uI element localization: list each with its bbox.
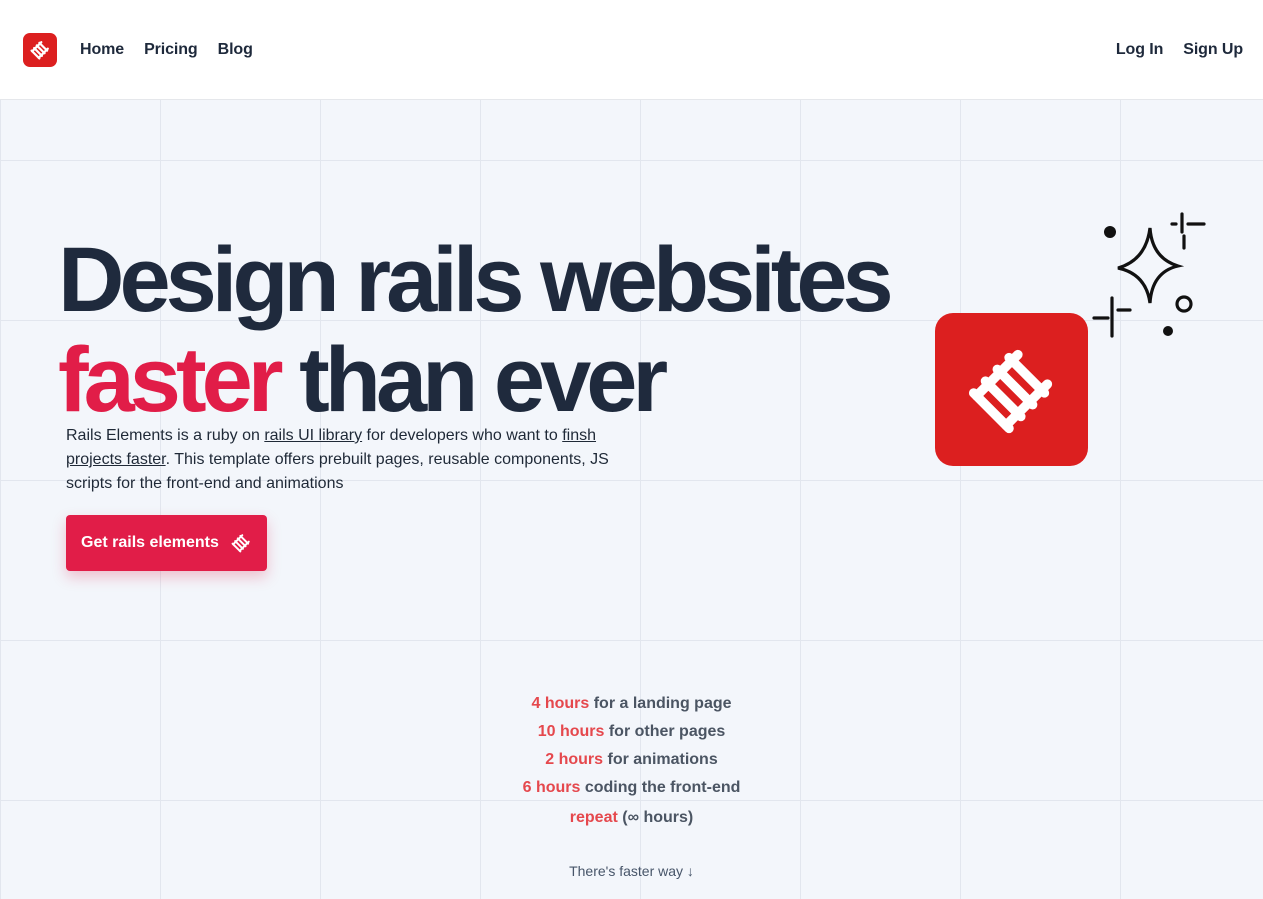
- nav-pricing[interactable]: Pricing: [144, 41, 198, 59]
- rails-track-icon: [968, 349, 1052, 433]
- stat-highlight: 6 hours: [522, 779, 581, 796]
- logo[interactable]: [23, 32, 57, 67]
- get-rails-elements-button[interactable]: Get rails elements: [66, 515, 267, 571]
- stat-text: (∞ hours): [617, 809, 694, 826]
- time-stats: 4 hours for a landing page 10 hours for …: [0, 690, 1263, 832]
- stat-highlight: 10 hours: [537, 723, 605, 740]
- stat-text: for animations: [603, 751, 718, 768]
- hero-section: Design rails websites faster than ever R…: [0, 100, 1263, 899]
- hero-description: Rails Elements is a ruby on rails UI lib…: [66, 424, 656, 496]
- headline-rest: than ever: [278, 329, 668, 431]
- primary-nav: Home Pricing Blog: [80, 41, 253, 59]
- login-link[interactable]: Log In: [1116, 41, 1163, 59]
- stat-highlight: repeat: [569, 809, 618, 826]
- hero-headline: Design rails websites faster than ever: [58, 229, 894, 431]
- signup-link[interactable]: Sign Up: [1183, 41, 1243, 59]
- stat-item: repeat (∞ hours): [0, 804, 1263, 832]
- rails-track-icon: [30, 40, 49, 60]
- stat-item: 4 hours for a landing page: [0, 690, 1263, 718]
- desc-text-1: Rails Elements is a ruby on: [66, 427, 265, 444]
- stat-text: for a landing page: [589, 695, 732, 712]
- stat-text: for other pages: [604, 723, 726, 740]
- sparkles-icon: [1092, 212, 1206, 338]
- rails-ui-library-link[interactable]: rails UI library: [264, 427, 362, 444]
- stat-item: 2 hours for animations: [0, 746, 1263, 774]
- cta-label: Get rails elements: [81, 534, 219, 551]
- nav-home[interactable]: Home: [80, 41, 124, 59]
- stat-highlight: 2 hours: [545, 751, 604, 768]
- top-navbar: Home Pricing Blog Log In Sign Up: [0, 0, 1263, 100]
- nav-blog[interactable]: Blog: [218, 41, 253, 59]
- faster-way-link[interactable]: There's faster way ↓: [0, 863, 1263, 879]
- headline-accent: faster: [58, 329, 284, 431]
- stat-item: 6 hours coding the front-end: [0, 774, 1263, 802]
- stat-text: coding the front-end: [580, 779, 741, 796]
- hero-logo-tile: [935, 313, 1088, 466]
- stat-item: 10 hours for other pages: [0, 718, 1263, 746]
- rails-track-icon: [231, 534, 250, 553]
- desc-text-2: for developers who want to: [362, 427, 563, 444]
- stat-highlight: 4 hours: [531, 695, 590, 712]
- auth-nav: Log In Sign Up: [1116, 41, 1243, 59]
- headline-line1: Design rails websites: [58, 229, 894, 331]
